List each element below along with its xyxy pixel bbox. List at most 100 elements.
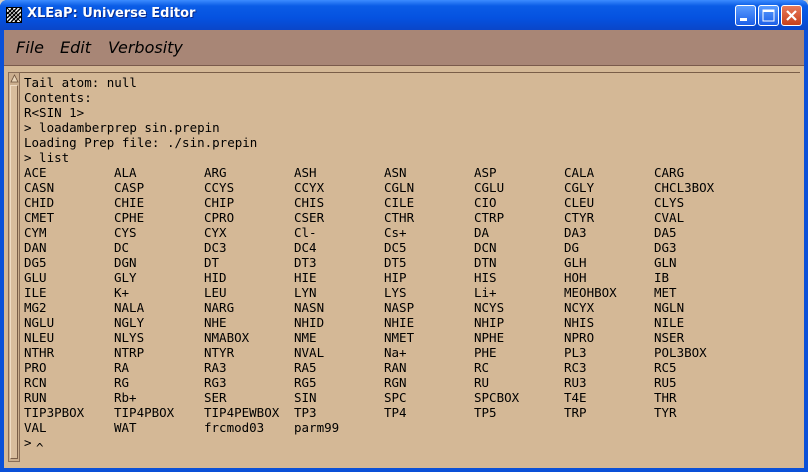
list-item: PRO — [24, 360, 47, 375]
list-item: NHIP — [474, 315, 505, 330]
list-item: DC3 — [204, 240, 227, 255]
list-item: ASN — [384, 165, 407, 180]
list-item: RG — [114, 375, 130, 390]
scroll-thumb[interactable] — [10, 85, 18, 459]
list-item: NPHE — [474, 330, 505, 345]
list-item: NLEU — [24, 330, 55, 345]
list-item: NMABOX — [204, 330, 250, 345]
window-title: XLEaP: Universe Editor — [27, 6, 196, 21]
list-item: GLY — [114, 270, 137, 285]
list-item: K+ — [114, 285, 130, 300]
list-item: DT — [204, 255, 220, 270]
xleap-app-icon[interactable] — [6, 7, 22, 23]
list-item: T4E — [564, 390, 587, 405]
list-item: CLEU — [564, 195, 595, 210]
list-item: ILE — [24, 285, 47, 300]
command-output-area[interactable]: Tail atom: null Contents: R<SIN 1> > loadam… — [20, 72, 800, 462]
output-line: > list — [24, 150, 70, 165]
list-item: GLU — [24, 270, 47, 285]
list-item: NASP — [384, 300, 415, 315]
output-line: > loadamberprep sin.prepin — [24, 120, 220, 135]
list-item: CPRO — [204, 210, 235, 225]
list-item: ACE — [24, 165, 47, 180]
list-item: CPHE — [114, 210, 145, 225]
list-item: RG3 — [204, 375, 227, 390]
list-item: DG — [564, 240, 580, 255]
close-button[interactable] — [781, 5, 802, 26]
minimize-button[interactable] — [735, 5, 756, 26]
list-item: TP5 — [474, 405, 497, 420]
scroll-up-arrow-icon[interactable] — [10, 74, 19, 83]
list-item: parm99 — [294, 420, 340, 435]
list-item: CIO — [474, 195, 497, 210]
list-item: NASN — [294, 300, 325, 315]
list-item: CHID — [24, 195, 55, 210]
list-item: NGLY — [114, 315, 145, 330]
list-item: DA — [474, 225, 490, 240]
output-line: Loading Prep file: ./sin.prepin — [24, 135, 258, 150]
list-item: NTYR — [204, 345, 235, 360]
list-item: SER — [204, 390, 227, 405]
list-item: CASP — [114, 180, 145, 195]
list-item: CSER — [294, 210, 325, 225]
list-item: DG3 — [654, 240, 677, 255]
list-item: RC3 — [564, 360, 587, 375]
list-item: NHE — [204, 315, 227, 330]
list-item: RUN — [24, 390, 47, 405]
list-item: CTRP — [474, 210, 505, 225]
list-item: DA5 — [654, 225, 677, 240]
command-prompt[interactable]: > — [24, 435, 32, 450]
list-item: ASH — [294, 165, 317, 180]
menu-file[interactable]: File — [16, 38, 44, 57]
list-item: DGN — [114, 255, 137, 270]
list-item: CYS — [114, 225, 137, 240]
list-item: DG5 — [24, 255, 47, 270]
list-item: NSER — [654, 330, 685, 345]
list-item: DC — [114, 240, 130, 255]
list-item: CHCL3BOX — [654, 180, 715, 195]
minimize-icon — [740, 18, 747, 21]
menu-verbosity[interactable]: Verbosity — [108, 38, 183, 57]
list-item: MEOHBOX — [564, 285, 617, 300]
list-item: TRP — [564, 405, 587, 420]
list-item: RG5 — [294, 375, 317, 390]
list-item: SPC — [384, 390, 407, 405]
list-item: MG2 — [24, 300, 47, 315]
list-item: CGLU — [474, 180, 505, 195]
list-item: PL3 — [564, 345, 587, 360]
list-item: GLN — [654, 255, 677, 270]
title-bar[interactable]: XLEaP: Universe Editor — [0, 0, 808, 30]
list-item: RC5 — [654, 360, 677, 375]
output-line: Tail atom: null — [24, 75, 137, 90]
vertical-scrollbar[interactable] — [8, 72, 20, 462]
list-item: Li+ — [474, 285, 497, 300]
list-item: GLH — [564, 255, 587, 270]
list-item: HIS — [474, 270, 497, 285]
maximize-button[interactable] — [758, 5, 779, 26]
list-item: DC5 — [384, 240, 407, 255]
list-item: MET — [654, 285, 677, 300]
list-item: NGLU — [24, 315, 55, 330]
text-cursor: ^ — [36, 440, 44, 455]
list-item: HID — [204, 270, 227, 285]
list-item: WAT — [114, 420, 137, 435]
output-line: Contents: — [24, 90, 92, 105]
menu-edit[interactable]: Edit — [60, 38, 91, 57]
list-item: SIN — [294, 390, 317, 405]
list-item: CLYS — [654, 195, 685, 210]
list-item: NTRP — [114, 345, 145, 360]
list-item: DT5 — [384, 255, 407, 270]
output-line: R<SIN 1> — [24, 105, 85, 120]
list-item: HIP — [384, 270, 407, 285]
list-item: LYS — [384, 285, 407, 300]
list-item: IB — [654, 270, 670, 285]
list-item: CHIE — [114, 195, 145, 210]
list-item: HOH — [564, 270, 587, 285]
list-item: SPCBOX — [474, 390, 520, 405]
list-item: NHIE — [384, 315, 415, 330]
window-bottom-border — [0, 468, 808, 472]
list-item: NILE — [654, 315, 685, 330]
list-item: CYX — [204, 225, 227, 240]
list-item: NGLN — [654, 300, 685, 315]
list-item: CASN — [24, 180, 55, 195]
